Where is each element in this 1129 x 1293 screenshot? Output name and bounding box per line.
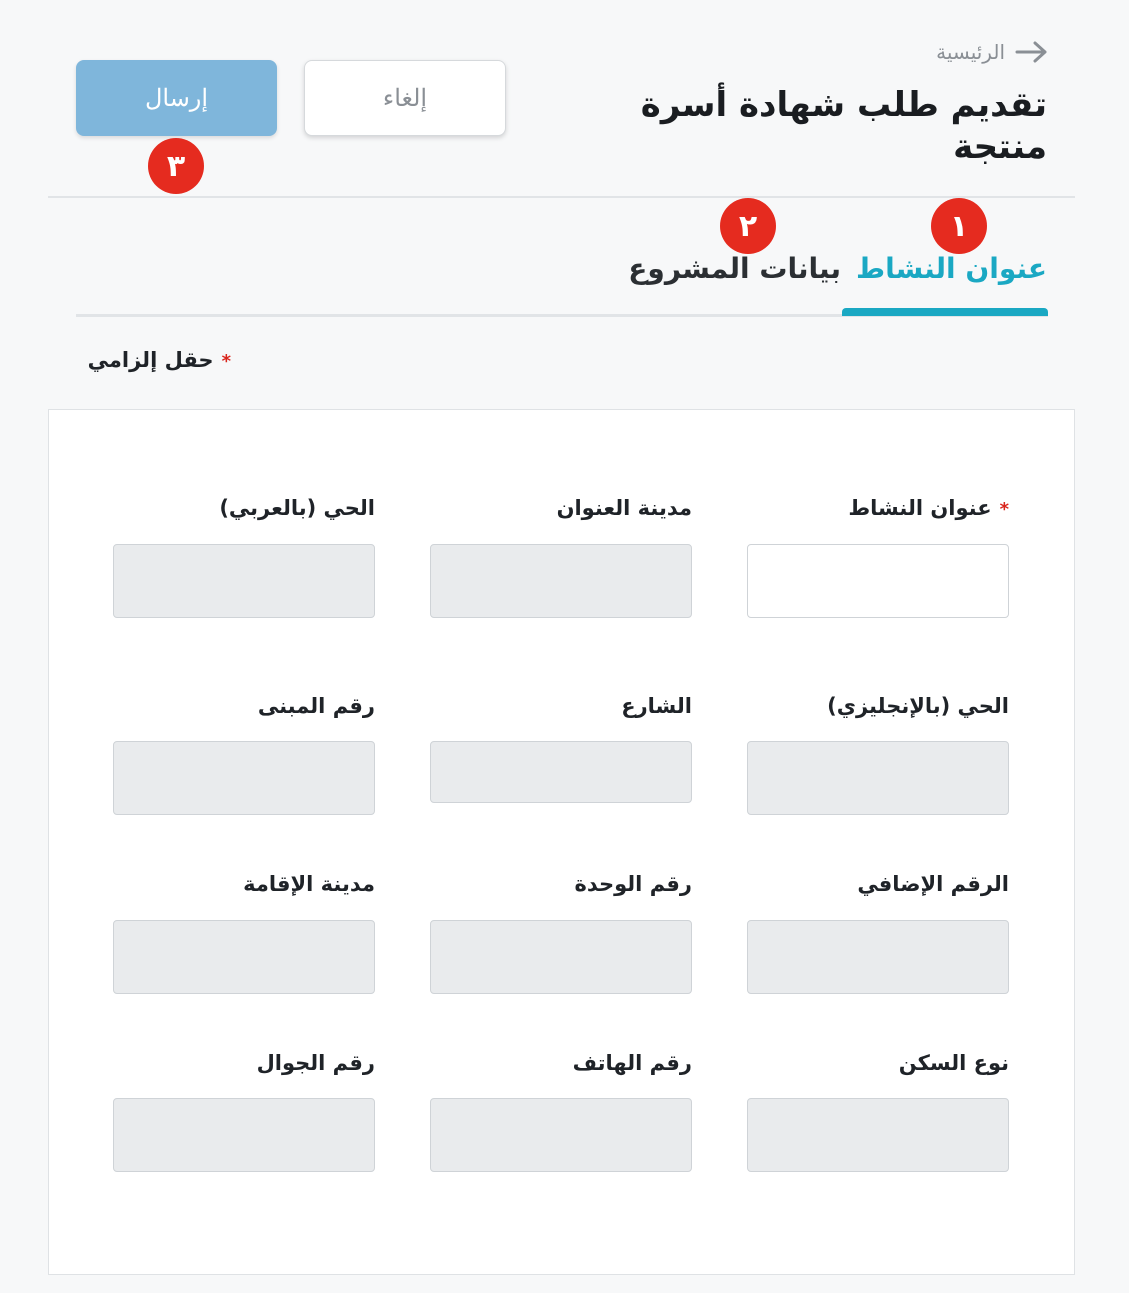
activity-address-input[interactable] <box>747 544 1009 618</box>
breadcrumb-home-link[interactable]: الرئيسية <box>936 40 1005 64</box>
field-label-mobile-number: رقم الجوال <box>256 1051 375 1075</box>
field-label-activity-address: *عنوان النشاط <box>848 496 1009 520</box>
unit-number-input[interactable] <box>430 920 692 994</box>
field-label-residence-city: مدينة الإقامة <box>243 872 375 896</box>
residence-city-input[interactable] <box>113 920 375 994</box>
header-divider <box>48 196 1075 198</box>
page-title: تقديم طلب شهادة أسرة منتجة <box>640 85 1047 167</box>
address-city-input[interactable] <box>430 544 692 618</box>
field-label-address-city: مدينة العنوان <box>556 496 692 520</box>
field-label-additional-number: الرقم الإضافي <box>857 872 1009 896</box>
required-note-text: حقل إلزامي <box>87 348 214 372</box>
additional-number-input[interactable] <box>747 920 1009 994</box>
step-badge-2: ٢ <box>720 198 776 254</box>
field-label-building-number: رقم المبنى <box>257 694 375 718</box>
tab-activity-address[interactable]: عنوان النشاط <box>856 252 1047 298</box>
district-english-input[interactable] <box>747 741 1009 815</box>
field-label-unit-number: رقم الوحدة <box>574 872 692 896</box>
phone-number-input[interactable] <box>430 1098 692 1172</box>
step-badge-3: ٣ <box>148 138 204 194</box>
submit-button[interactable]: إرسال <box>76 60 277 136</box>
field-label-phone-number: رقم الهاتف <box>572 1051 692 1075</box>
building-number-input[interactable] <box>113 741 375 815</box>
field-label-district-english: الحي (بالإنجليزي) <box>827 694 1009 718</box>
district-arabic-input[interactable] <box>113 544 375 618</box>
field-label-district-arabic: الحي (بالعربي) <box>219 496 375 520</box>
required-star-icon: * <box>999 499 1009 520</box>
step-badge-1: ١ <box>931 198 987 254</box>
housing-type-input[interactable] <box>747 1098 1009 1172</box>
required-field-note: * حقل إلزامي <box>88 348 231 372</box>
required-star-icon: * <box>221 351 231 372</box>
breadcrumb[interactable]: الرئيسية <box>936 36 1049 68</box>
arrow-right-icon <box>1015 41 1047 63</box>
street-input[interactable] <box>430 741 692 803</box>
field-label-housing-type: نوع السكن <box>898 1051 1009 1075</box>
field-label-street: الشارع <box>621 694 692 718</box>
tab-project-data[interactable]: بيانات المشروع <box>628 252 841 298</box>
mobile-number-input[interactable] <box>113 1098 375 1172</box>
cancel-button[interactable]: إلغاء <box>304 60 506 136</box>
active-tab-indicator <box>842 308 1048 316</box>
